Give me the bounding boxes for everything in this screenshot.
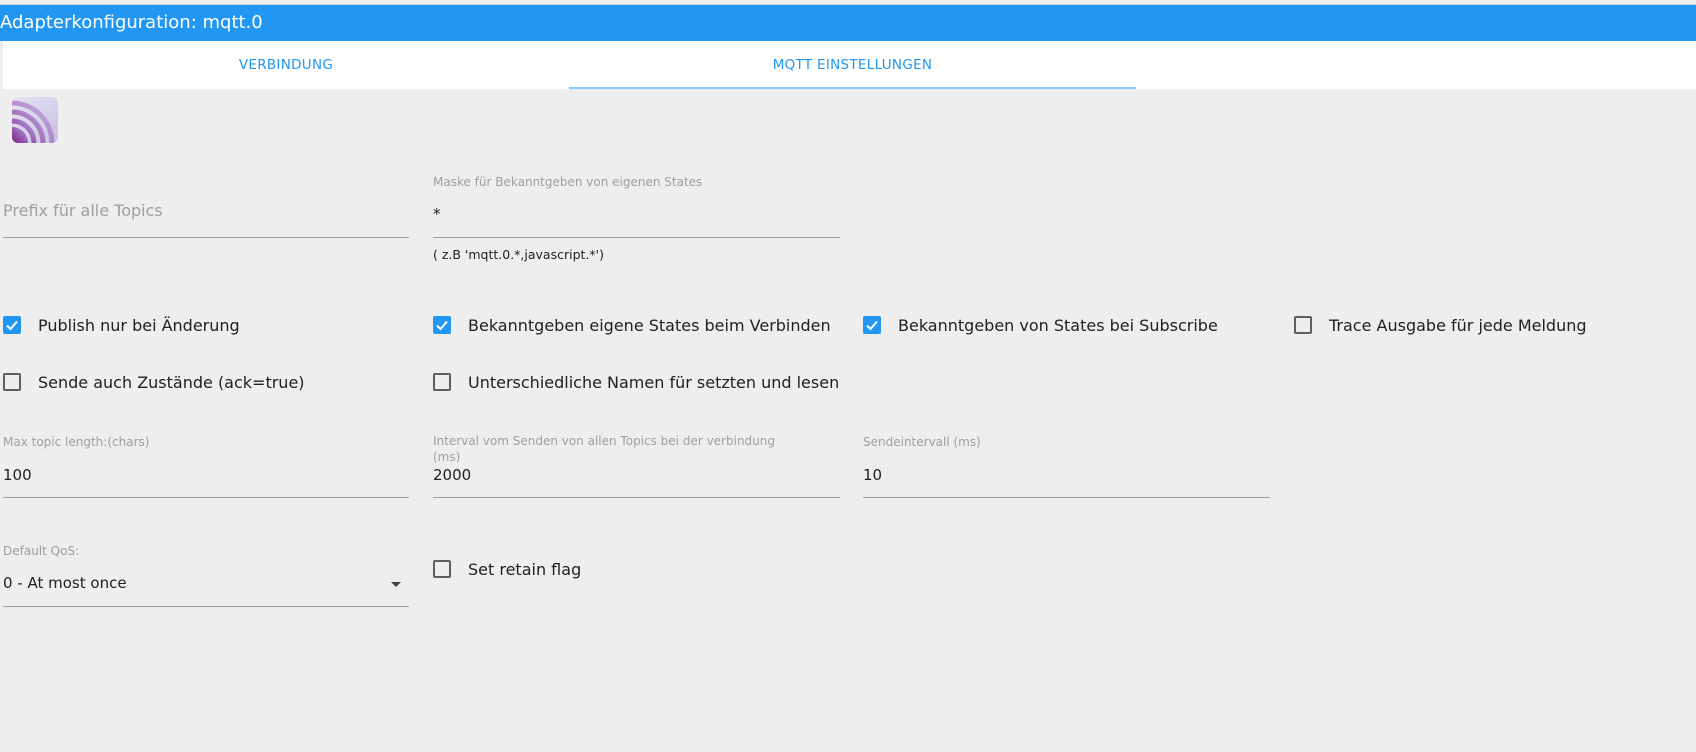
set-retain-flag-label: Set retain flag — [468, 559, 582, 579]
default-qos-value[interactable]: 0 - At most once — [3, 574, 127, 592]
send-interval-label: Sendeintervall (ms) — [863, 435, 981, 449]
send-ack-states-checkbox[interactable]: Sende auch Zustände (ack=true) — [3, 368, 305, 396]
tab-mqtt-einstellungen[interactable]: MQTT EINSTELLUNGEN — [569, 41, 1136, 89]
prefix-underline — [3, 237, 409, 238]
set-retain-flag-checkbox[interactable]: Set retain flag — [433, 555, 581, 583]
send-interval-all-underline — [433, 497, 840, 498]
publish-on-subscribe-checkbox[interactable]: Bekanntgeben von States bei Subscribe — [863, 311, 1218, 339]
default-qos-underline — [3, 606, 409, 607]
send-ack-states-label: Sende auch Zustände (ack=true) — [38, 372, 305, 392]
publish-own-states-label: Bekanntgeben eigene States beim Verbinde… — [468, 315, 831, 335]
max-topic-length-input[interactable]: 100 — [3, 466, 32, 484]
max-topic-length-underline — [3, 497, 409, 498]
send-interval-all-label: Interval vom Senden von allen Topics bei… — [433, 434, 775, 448]
mqtt-logo-icon — [12, 97, 58, 143]
send-interval-all-label-unit: (ms) — [433, 450, 461, 464]
dropdown-arrow-icon[interactable] — [391, 582, 401, 587]
tab-bar: VERBINDUNG MQTT EINSTELLUNGEN — [3, 41, 1696, 89]
checkbox-unchecked-icon[interactable] — [433, 373, 451, 391]
publish-on-change-checkbox[interactable]: Publish nur bei Änderung — [3, 311, 240, 339]
checkbox-checked-icon[interactable] — [433, 316, 451, 334]
send-interval-all-field[interactable]: Interval vom Senden von allen Topics bei… — [433, 434, 840, 499]
different-names-label: Unterschiedliche Namen für setzten und l… — [468, 372, 840, 392]
trace-output-checkbox[interactable]: Trace Ausgabe für jede Meldung — [1294, 311, 1587, 339]
different-names-checkbox[interactable]: Unterschiedliche Namen für setzten und l… — [433, 368, 839, 396]
checkbox-checked-icon[interactable] — [863, 316, 881, 334]
mask-underline — [433, 237, 840, 238]
checkbox-checked-icon[interactable] — [3, 316, 21, 334]
prefix-placeholder: Prefix für alle Topics — [3, 201, 163, 220]
send-interval-underline — [863, 497, 1270, 498]
max-topic-length-label: Max topic length:(chars) — [3, 435, 150, 449]
send-interval-input[interactable]: 10 — [863, 466, 882, 484]
mask-field[interactable]: Maske für Bekanntgeben von eigenen State… — [433, 174, 840, 264]
default-qos-select[interactable]: Default QoS: 0 - At most once — [3, 544, 409, 608]
send-interval-all-input[interactable]: 2000 — [433, 466, 471, 484]
mask-hint: ( z.B 'mqtt.0.*,javascript.*') — [433, 247, 604, 262]
dialog-title: Adapterkonfiguration: mqtt.0 — [0, 5, 1696, 41]
send-interval-field[interactable]: Sendeintervall (ms) 10 — [863, 435, 1270, 499]
publish-on-subscribe-label: Bekanntgeben von States bei Subscribe — [898, 315, 1218, 335]
checkbox-unchecked-icon[interactable] — [433, 560, 451, 578]
default-qos-label: Default QoS: — [3, 544, 80, 558]
tab-verbindung[interactable]: VERBINDUNG — [3, 41, 569, 89]
prefix-field[interactable]: Prefix für alle Topics — [3, 180, 409, 240]
checkbox-unchecked-icon[interactable] — [3, 373, 21, 391]
mask-label: Maske für Bekanntgeben von eigenen State… — [433, 175, 703, 189]
publish-own-states-checkbox[interactable]: Bekanntgeben eigene States beim Verbinde… — [433, 311, 831, 339]
max-topic-length-field[interactable]: Max topic length:(chars) 100 — [3, 435, 409, 499]
trace-output-label: Trace Ausgabe für jede Meldung — [1329, 315, 1587, 335]
mask-input[interactable]: * — [433, 205, 441, 223]
publish-on-change-label: Publish nur bei Änderung — [38, 315, 240, 335]
checkbox-unchecked-icon[interactable] — [1294, 316, 1312, 334]
active-tab-indicator — [569, 87, 1136, 89]
